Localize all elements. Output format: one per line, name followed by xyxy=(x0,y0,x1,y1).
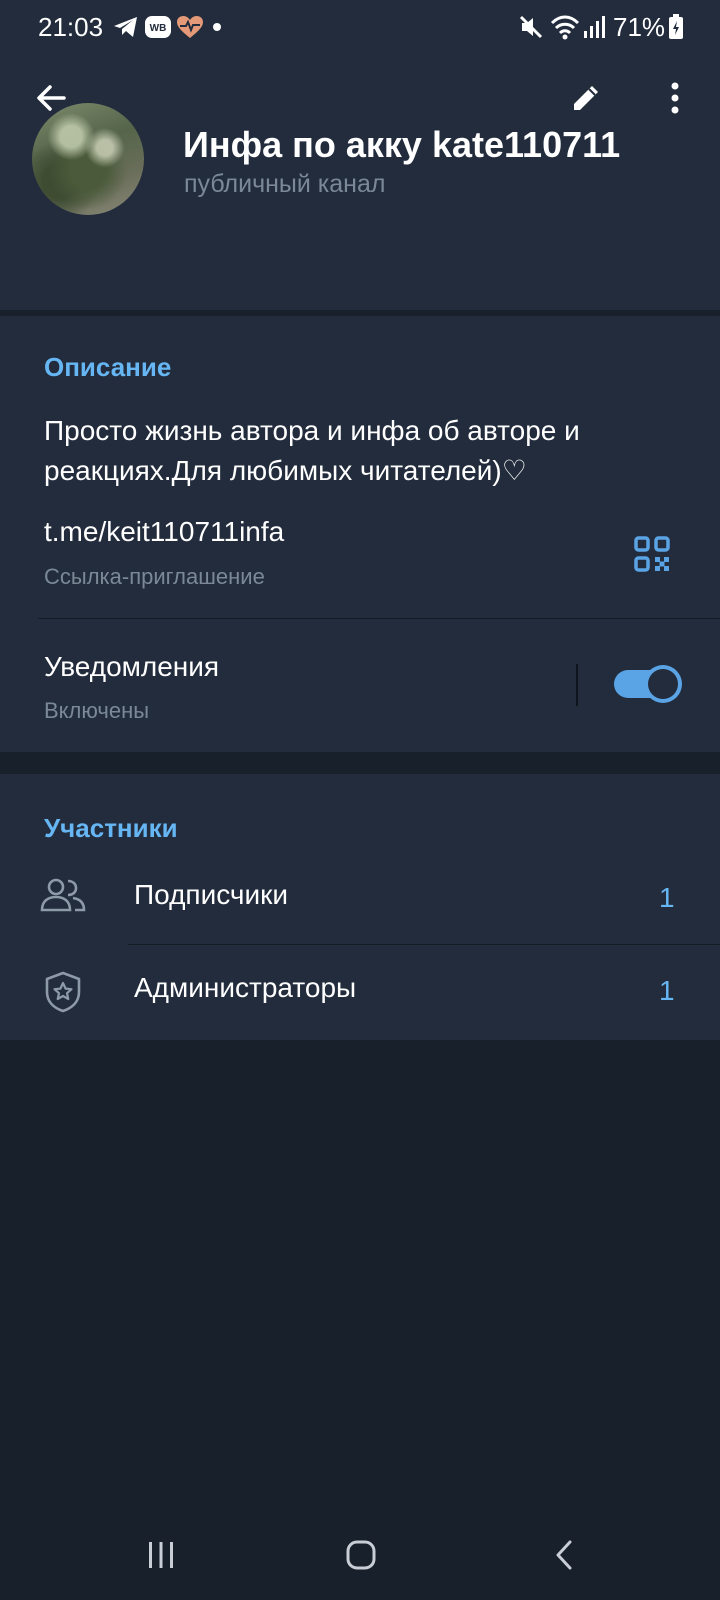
description-section-title: Описание xyxy=(44,352,172,382)
dot-icon xyxy=(213,23,221,31)
invite-link-caption: Ссылка-приглашение xyxy=(44,564,265,589)
channel-title: Инфа по акку kate110711 xyxy=(183,124,621,165)
administrators-label: Администраторы xyxy=(134,972,357,1003)
subscribers-label: Подписчики xyxy=(134,879,289,910)
people-icon xyxy=(40,878,86,912)
edit-pencil-icon[interactable] xyxy=(568,80,604,116)
telegram-icon xyxy=(114,17,137,37)
mute-icon xyxy=(519,15,543,39)
administrators-row[interactable] xyxy=(0,946,720,1038)
more-vertical-icon[interactable] xyxy=(660,80,690,116)
battery-icon xyxy=(669,14,683,39)
administrators-count: 1 xyxy=(659,975,675,1006)
channel-avatar[interactable] xyxy=(32,103,144,215)
members-section-title: Участники xyxy=(44,813,178,843)
svg-text:WB: WB xyxy=(150,23,167,34)
subscribers-count: 1 xyxy=(659,882,675,913)
nav-back-icon[interactable] xyxy=(552,1538,578,1572)
invite-link[interactable]: t.me/keit110711infa xyxy=(44,516,284,548)
toggle-knob-ring xyxy=(648,669,678,699)
wifi-icon xyxy=(550,15,580,40)
signal-icon xyxy=(584,16,605,38)
shield-star-icon xyxy=(45,971,81,1013)
divider xyxy=(38,618,720,619)
home-icon[interactable] xyxy=(344,1538,378,1572)
status-bar xyxy=(0,0,720,56)
notifications-label: Уведомления xyxy=(44,651,220,682)
notifications-row[interactable] xyxy=(0,620,720,750)
channel-description: Просто жизнь автора и инфа об авторе и р… xyxy=(44,415,580,486)
wb-icon: WB xyxy=(145,16,171,38)
notifications-status: Включены xyxy=(44,698,150,723)
recent-apps-icon[interactable] xyxy=(146,1538,176,1572)
channel-subtitle: публичный канал xyxy=(184,170,386,198)
subscribers-row[interactable] xyxy=(0,852,720,944)
battery-percent: 71% xyxy=(613,12,666,42)
qr-code-icon[interactable] xyxy=(633,535,671,573)
divider xyxy=(128,944,720,945)
health-icon xyxy=(177,16,203,38)
status-time: 21:03 xyxy=(38,12,104,42)
toggle-separator xyxy=(576,664,578,706)
